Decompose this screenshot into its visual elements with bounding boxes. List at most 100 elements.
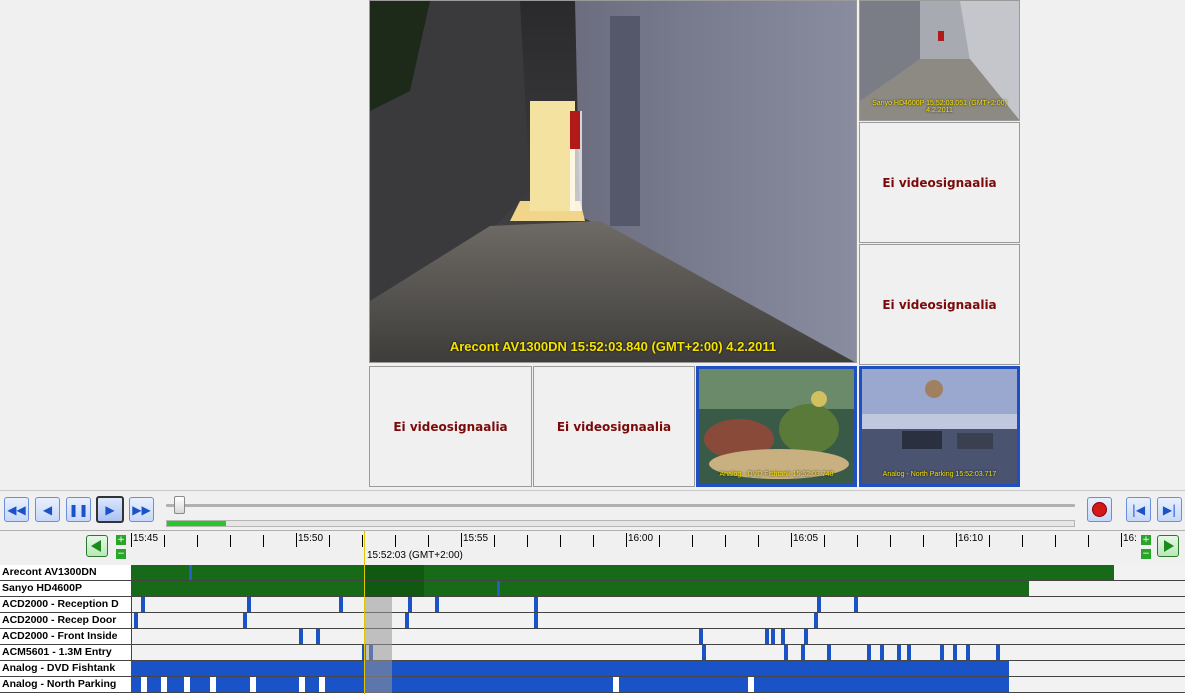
no-signal-text: Ei videosignaalia: [556, 419, 672, 434]
timeline-row[interactable]: Analog - DVD Fishtank: [0, 661, 1185, 677]
ruler-tick-label: 16:05: [793, 533, 819, 544]
camera-view-fishtank[interactable]: Analog - DVD Fishtank 15:52:03.748: [696, 366, 857, 487]
playback-toolbar: ◀◀ ◀ ❚❚ ▶ ▶▶ |◀ ▶|: [0, 490, 1185, 530]
timeline-row-label: Arecont AV1300DN: [2, 566, 97, 578]
position-slider-thumb[interactable]: [174, 496, 185, 514]
ruler-tick: [131, 533, 132, 547]
ruler-tick: [989, 535, 990, 547]
ruler-tick: [758, 535, 759, 547]
camera-view-parking[interactable]: Analog - North Parking 15:52:03.717: [859, 366, 1020, 487]
skip-to-end-button[interactable]: ▶|: [1157, 497, 1182, 522]
motion-event: [784, 645, 788, 660]
timeline-row[interactable]: Sanyo HD4600P: [0, 581, 1185, 597]
timeline-scroll-left-button[interactable]: [86, 535, 108, 557]
motion-event: [243, 613, 247, 628]
step-back-button[interactable]: ◀: [35, 497, 60, 522]
ruler-tick: [857, 535, 858, 547]
recording-segment: [131, 661, 1009, 676]
skip-to-start-button[interactable]: |◀: [1126, 497, 1151, 522]
recording-segment: [131, 581, 1029, 596]
camera-view-top-right[interactable]: Sanyo HD4600P 15:52:03.051 (GMT+2:00) 4.…: [859, 0, 1020, 121]
pause-icon: ❚❚: [68, 502, 89, 517]
ruler-tick: [494, 535, 495, 547]
timeline-row[interactable]: Analog - North Parking: [0, 677, 1185, 693]
timeline-panel: + − + − 15:45 15:50 15:55 16:00 16:05 16:10 16…: [0, 530, 1185, 694]
fishtank-video-frame: [699, 369, 854, 484]
ruler-tick: [1022, 535, 1023, 547]
timeline-row[interactable]: Arecont AV1300DN: [0, 565, 1185, 581]
fishtank-camera-osd: Analog - DVD Fishtank 15:52:03.748: [719, 471, 834, 478]
rewind-fast-button[interactable]: ◀◀: [4, 497, 29, 522]
motion-event: [534, 613, 538, 628]
timeline-cursor-line[interactable]: [364, 531, 365, 694]
timeline-row[interactable]: ACD2000 - Recep Door: [0, 613, 1185, 629]
ruler-tick: [659, 535, 660, 547]
motion-event: [299, 629, 303, 644]
timeline-row[interactable]: ACD2000 - Front Inside: [0, 629, 1185, 645]
record-icon: [1092, 502, 1107, 517]
ruler-tick: [626, 533, 627, 547]
ruler-tick-label: 16:10: [958, 533, 984, 544]
ruler-tick: [362, 535, 363, 547]
timeline-row-label: Analog - DVD Fishtank: [2, 662, 116, 674]
camera-view-right-lower[interactable]: Ei videosignaalia: [859, 244, 1020, 365]
ruler-tick: [527, 535, 528, 547]
motion-event: [880, 645, 884, 660]
timeline-row-label: ACD2000 - Recep Door: [2, 614, 117, 626]
play-button[interactable]: ▶: [96, 496, 124, 523]
motion-event: [405, 613, 409, 628]
recording-gap: [299, 677, 305, 692]
timeline-row-label: Sanyo HD4600P: [2, 582, 82, 594]
zoom-in-button-right[interactable]: +: [1141, 535, 1151, 545]
motion-event: [435, 597, 439, 612]
pause-button[interactable]: ❚❚: [66, 497, 91, 522]
no-signal-text: Ei videosignaalia: [882, 175, 997, 190]
time-ruler[interactable]: 15:45 15:50 15:55 16:00 16:05 16:10 16:: [131, 531, 1137, 563]
motion-event: [867, 645, 871, 660]
timeline-row-label: ACD2000 - Reception D: [2, 598, 119, 610]
timeline-row-background: [131, 597, 1185, 612]
ruler-tick: [296, 533, 297, 547]
motion-marker: [497, 581, 500, 596]
ruler-tick: [461, 533, 462, 547]
zoom-out-button-right[interactable]: −: [1141, 549, 1151, 559]
recording-gap: [141, 677, 147, 692]
motion-event: [771, 629, 775, 644]
motion-event: [801, 645, 805, 660]
minus-icon: −: [1142, 549, 1150, 559]
fast-forward-button[interactable]: ▶▶: [129, 497, 154, 522]
timeline-scroll-right-button[interactable]: [1157, 535, 1179, 557]
recording-gap: [210, 677, 216, 692]
motion-event: [765, 629, 769, 644]
timeline-row[interactable]: ACM5601 - 1.3M Entry: [0, 645, 1185, 661]
zoom-out-button[interactable]: −: [116, 549, 126, 559]
motion-event: [996, 645, 1000, 660]
motion-event: [854, 597, 858, 612]
ruler-tick: [1088, 535, 1089, 547]
motion-event: [699, 629, 703, 644]
ruler-tick: [263, 535, 264, 547]
ruler-tick-label: 15:45: [133, 533, 159, 544]
motion-event: [781, 629, 785, 644]
ruler-tick: [890, 535, 891, 547]
motion-event: [134, 613, 138, 628]
zoom-in-button[interactable]: +: [116, 535, 126, 545]
ruler-tick: [692, 535, 693, 547]
ruler-tick: [1121, 533, 1122, 547]
camera-view-bottom-1[interactable]: Ei videosignaalia: [369, 366, 532, 487]
hallway-video-frame: [370, 1, 856, 362]
camera-view-right-middle[interactable]: Ei videosignaalia: [859, 122, 1020, 243]
camera-view-bottom-2[interactable]: Ei videosignaalia: [533, 366, 695, 487]
timeline-row[interactable]: ACD2000 - Reception D: [0, 597, 1185, 613]
timeline-tracks[interactable]: Arecont AV1300DN Sanyo HD4600P ACD2000 - R…: [0, 565, 1185, 694]
main-camera-view[interactable]: Arecont AV1300DN 15:52:03.840 (GMT+2:00)…: [369, 0, 857, 363]
record-button[interactable]: [1087, 497, 1112, 522]
no-signal-text: Ei videosignaalia: [393, 419, 508, 434]
plus-icon: +: [1142, 535, 1150, 545]
play-icon: ▶: [105, 502, 115, 517]
recording-gap: [748, 677, 754, 692]
step-back-icon: ◀: [42, 502, 53, 517]
arrow-right-icon: [1164, 540, 1174, 552]
position-slider-track[interactable]: [166, 496, 1075, 514]
ruler-tick: [791, 533, 792, 547]
